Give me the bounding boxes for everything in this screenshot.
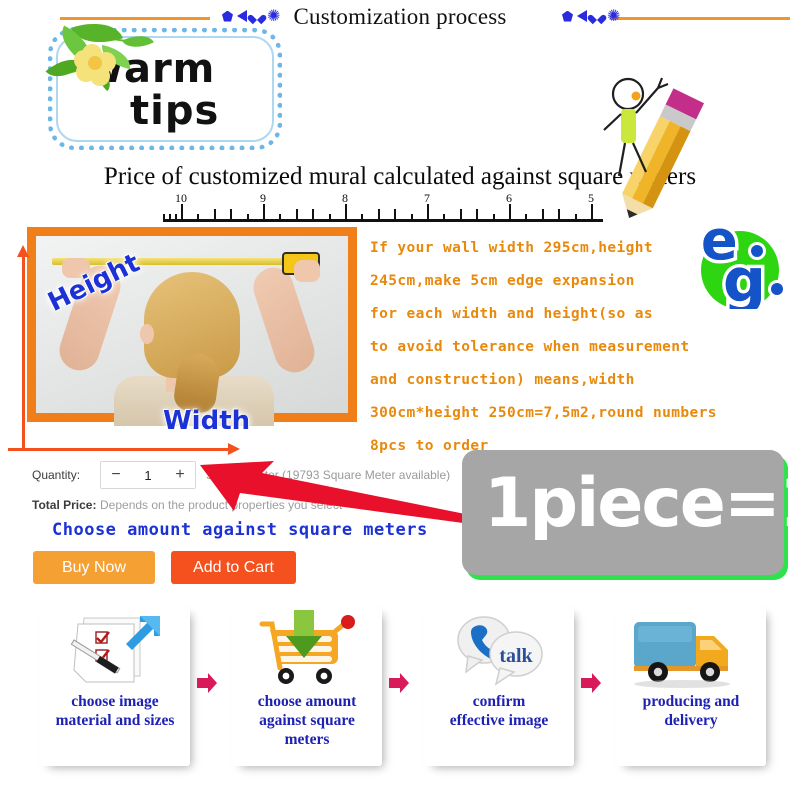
flow-step-choose-image[interactable]: choose image material and sizes xyxy=(40,606,190,766)
delivery-truck-icon xyxy=(616,610,766,692)
flow-step-caption-line2: material and sizes xyxy=(55,712,175,729)
flow-step-caption: confirm effective image xyxy=(424,692,574,730)
ruler-tick xyxy=(345,204,347,220)
flow-arrow-icon xyxy=(580,672,602,694)
quantity-row: Quantity: − 1 + Square Meter (19793 Squa… xyxy=(32,461,450,489)
flow-step-caption: producing and delivery xyxy=(616,692,766,730)
total-price-row: Total Price: Depends on the product prop… xyxy=(32,498,342,512)
flow-step-caption-line2: against square xyxy=(259,712,355,729)
ruler-tick xyxy=(230,209,233,220)
ruler-tick xyxy=(197,214,200,220)
ruler-tick xyxy=(377,209,380,220)
warm-tips-panel: warm tips xyxy=(38,13,283,150)
ruler-tick xyxy=(213,209,216,220)
ruler-tick xyxy=(163,214,165,220)
ruler-tick xyxy=(361,214,364,220)
ruler-tick xyxy=(263,204,265,220)
quantity-value[interactable]: 1 xyxy=(131,468,165,483)
svg-text:g: g xyxy=(723,246,766,309)
quantity-label: Quantity: xyxy=(32,468,81,482)
stock-availability-note: Square Meter (19793 Square Meter availab… xyxy=(206,468,451,482)
heart-icon xyxy=(591,11,603,22)
ruler-tick xyxy=(459,209,462,220)
flow-arrow-icon xyxy=(196,672,218,694)
flow-step-caption-line1: choose image xyxy=(71,693,159,710)
ruler-tick xyxy=(476,209,479,220)
flow-step-caption: choose image material and sizes xyxy=(40,692,190,730)
example-line: and construction) means,width xyxy=(370,372,635,388)
customization-process-page: ✺ Customization process ✺ warm tips Pric… xyxy=(0,0,800,800)
quantity-stepper[interactable]: − 1 + xyxy=(100,461,196,489)
flow-step-caption-line1: confirm xyxy=(472,693,526,710)
ruler-tick xyxy=(558,209,561,220)
flow-step-caption-line3: meters xyxy=(284,731,330,748)
width-axis-arrow xyxy=(8,443,240,455)
ruler-tick xyxy=(427,204,429,220)
ruler-tick xyxy=(279,214,282,220)
ruler-tick xyxy=(181,204,183,220)
flow-arrow-icon xyxy=(388,672,410,694)
star-icon: ✺ xyxy=(607,6,621,25)
flow-step-caption-line2: effective image xyxy=(449,712,549,729)
ruler-tick xyxy=(525,214,528,220)
quantity-decrement-button[interactable]: − xyxy=(101,463,131,487)
flower-decoration-icon xyxy=(38,13,154,107)
triangle-icon xyxy=(577,10,587,22)
shopping-cart-download-icon xyxy=(232,608,382,692)
example-line: 300cm*height 250cm=7,5m2,round numbers xyxy=(370,405,717,421)
talk-bubble-phone-icon: talk xyxy=(424,610,574,692)
ruler-tick xyxy=(169,214,171,220)
flow-step-caption: choose amount against square meters xyxy=(232,692,382,749)
flow-step-confirm-image[interactable]: talk confirm effective image xyxy=(424,606,574,766)
action-buttons: Buy Now Add to Cart xyxy=(33,551,296,584)
total-price-label: Total Price: xyxy=(32,498,97,512)
one-piece-main: 1piece=1M xyxy=(484,464,800,543)
ruler-number: 8 xyxy=(342,191,348,205)
process-flow: choose image material and sizes choose a… xyxy=(0,600,800,800)
ruler-tick xyxy=(295,209,298,220)
ruler-tick xyxy=(312,209,315,220)
ruler-tick xyxy=(509,204,511,220)
document-checklist-icon xyxy=(40,610,190,692)
flow-step-caption-line2: delivery xyxy=(664,712,718,729)
add-to-cart-button[interactable]: Add to Cart xyxy=(171,551,296,584)
ruler-tick xyxy=(443,214,446,220)
height-axis-arrow xyxy=(17,245,29,450)
one-piece-text: 1piece=1M2 xyxy=(484,464,800,543)
flow-step-caption-line1: choose amount xyxy=(257,693,357,710)
ruler-tick xyxy=(328,214,331,220)
page-title: Customization process xyxy=(293,4,507,29)
quantity-increment-button[interactable]: + xyxy=(165,463,195,487)
ruler-number: 7 xyxy=(424,191,430,205)
ruler-tick xyxy=(175,214,177,220)
buy-now-button[interactable]: Buy Now xyxy=(33,551,155,584)
example-line: to avoid tolerance when measurement xyxy=(370,339,690,355)
pentagon-icon xyxy=(562,10,573,22)
flow-step-producing-delivery[interactable]: producing and delivery xyxy=(616,606,766,766)
choose-amount-annotation: Choose amount against square meters xyxy=(52,520,428,540)
flow-step-choose-amount[interactable]: choose amount against square meters xyxy=(232,606,382,766)
ruler-number: 6 xyxy=(506,191,512,205)
ruler-tick xyxy=(410,214,413,220)
ruler-tick xyxy=(394,209,397,220)
ruler-tick xyxy=(492,214,495,220)
ruler-tick xyxy=(246,214,249,220)
header-decoration-right: ✺ xyxy=(562,6,621,25)
eg-badge-icon: e e g g xyxy=(697,213,793,309)
one-piece-equals-one-square-meter-box: 1piece=1M2 xyxy=(462,450,800,575)
ruler-tick xyxy=(541,209,544,220)
wall-measuring-photo xyxy=(27,227,357,426)
width-label: Width xyxy=(163,406,251,436)
ruler-tick xyxy=(574,214,577,220)
svg-text:talk: talk xyxy=(499,645,533,667)
total-price-note: Depends on the product properties you se… xyxy=(100,498,343,512)
ruler-number: 10 xyxy=(175,191,187,205)
ruler-graphic: 10 9 8 7 6 5 xyxy=(163,191,603,222)
flow-step-caption-line1: producing and xyxy=(642,693,740,710)
ruler-number: 9 xyxy=(260,191,266,205)
pencil-character-icon xyxy=(588,72,708,222)
